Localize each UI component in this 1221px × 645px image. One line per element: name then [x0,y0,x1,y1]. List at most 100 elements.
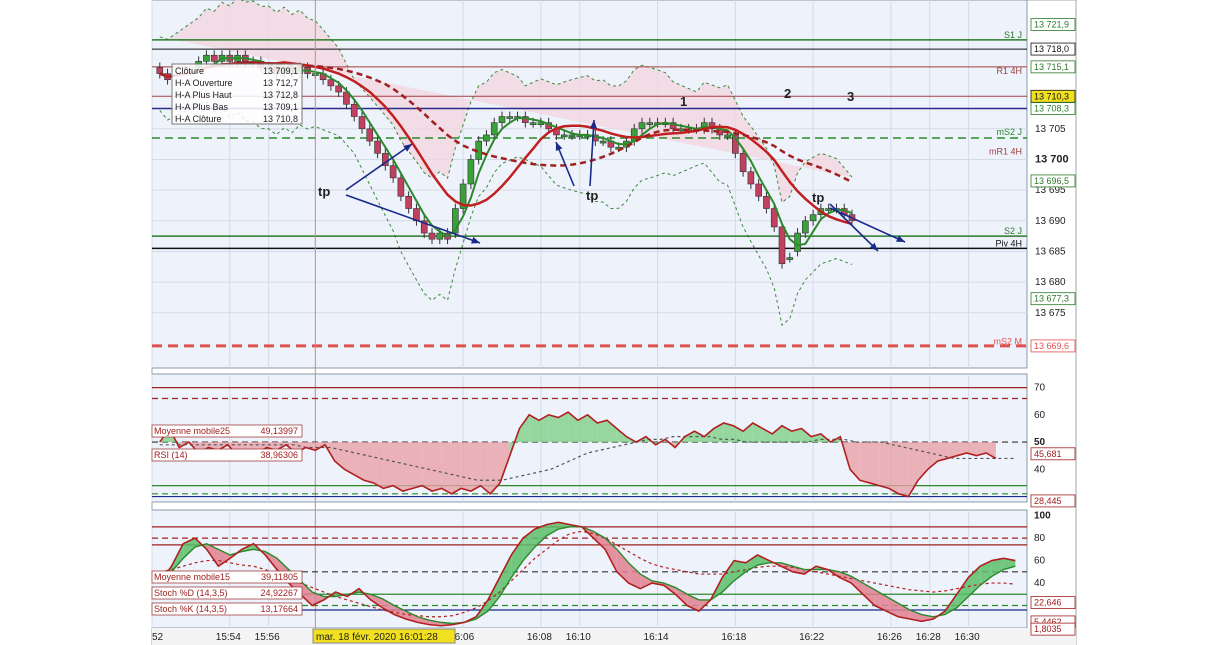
candle-body [786,257,794,260]
candle-body [778,226,786,265]
price-tag-label: 13 715,1 [1034,62,1069,72]
rsi-fill [354,442,364,481]
rsi-fill [470,442,481,492]
rsi-fill [859,442,870,483]
x-tick-label: 16:18 [721,632,746,643]
rsi-fill [879,442,889,489]
candle-body [210,54,218,62]
rsi-fill [441,442,452,494]
price-tag-label: 13 696,5 [1034,176,1069,186]
candle-body [483,134,490,142]
candle-body [809,214,817,222]
sto-price-tag-label: 1,8035 [1034,624,1062,634]
y-tick-label: 13 675 [1035,308,1066,319]
legend-label: H-A Ouverture [175,78,233,88]
sto-legend-value: 24,92267 [260,588,298,598]
legend-value: 13 709,1 [263,102,298,112]
sto-y-tick: 100 [1034,511,1051,522]
x-tick-label: 15:54 [216,632,241,643]
x-tick-label: 16:10 [566,632,591,643]
rsi-y-tick: 50 [1034,437,1046,448]
candle-body [436,232,444,240]
x-tick-label: 15:56 [255,632,280,643]
price-tag-label: 13 721,9 [1034,20,1069,30]
rsi-fill [451,442,462,494]
rsi-legend-label: Moyenne mobile25 [154,426,230,436]
level-label: R1 4H [996,66,1022,76]
sto-legend-value: 39,11805 [261,572,298,582]
annotation-1: 1 [680,94,687,109]
candle-body [327,79,335,87]
annotation-3: 3 [847,89,854,104]
candle-body [529,122,537,125]
rsi-fill [363,442,374,483]
tp-label-3: tp [812,190,824,205]
candle-body [506,116,514,119]
rsi-fill [383,442,394,489]
candle-body [568,134,576,138]
rsi-fill [869,442,880,486]
rsi-fill [402,442,413,492]
candle-body [646,122,654,125]
candle-body [755,183,762,197]
price-tag-label: 13 718,0 [1034,44,1069,54]
legend-value: 13 712,7 [263,78,298,88]
rsi-fill [898,442,909,497]
candle-body [560,134,568,138]
sto-y-tick: 40 [1034,578,1046,589]
legend-value: 13 712,8 [263,90,298,100]
legend-value: 13 710,8 [263,114,298,124]
y-tick-label: 13 705 [1035,124,1066,135]
tp-label-1: tp [318,184,330,199]
x-tick-label: 16:28 [916,632,941,643]
rsi-y-tick: 60 [1034,410,1046,421]
rsi-fill [888,442,899,494]
x-tick-label: 16:08 [527,632,552,643]
candle-body [405,195,412,209]
legend-label: Clôture [175,66,204,76]
y-tick-label: 13 690 [1035,216,1066,227]
sto-price-tag-label: 22,646 [1034,598,1062,608]
rsi-legend-value: 38,96306 [260,450,298,460]
sto-legend-label: Stoch %D (14,3,5) [154,588,228,598]
candle-body [763,195,770,209]
rsi-fill [597,420,607,443]
rsi-fill [393,442,403,492]
candle-body [203,54,210,62]
candle-body [389,165,397,179]
level-label: S1 J [1004,30,1022,40]
candle-body [397,177,405,197]
candle-body [428,232,436,240]
candle-body [350,103,358,117]
y-tick-label: 13 700 [1035,153,1069,165]
rsi-fill [422,442,432,492]
candle-body [599,140,607,144]
rsi-fill [373,442,384,489]
rsi-legend-label: RSI (14) [154,450,188,460]
cursor-time-label: mar. 18 févr. 2020 16:01:28 [316,632,438,643]
rsi-price-tag-label: 28,445 [1034,496,1062,506]
rsi-fill [432,442,442,492]
price-tag-label: 13 710,3 [1034,91,1069,101]
level-label: mS2 M [993,337,1022,347]
rsi-y-tick: 40 [1034,464,1046,475]
candle-body [794,232,801,252]
x-tick-label: 16:30 [955,632,980,643]
level-label: Piv 4H [995,238,1022,248]
legend-label: H-A Plus Haut [175,90,232,100]
candle-body [490,122,498,136]
sto-legend-label: Stoch %K (14,3,5) [154,604,227,614]
candle-body [638,122,646,130]
price-tag-label: 13 677,3 [1034,294,1069,304]
level-label: mR1 4H [989,146,1022,156]
x-tick-label: 16:26 [877,632,902,643]
rsi-fill [548,414,559,443]
price-tag-label: 13 708,3 [1034,104,1069,114]
rsi-price-tag-label: 45,681 [1034,449,1062,459]
candle-body [156,67,164,74]
candle-body [374,140,381,154]
candle-body [358,116,366,130]
trading-chart: 52 15:54 15:56 16:06 16:08 16:10 16:14 16:18 16:… [151,0,1077,645]
level-label: mS2 J [996,127,1022,137]
legend-label: H-A Plus Bas [175,102,229,112]
